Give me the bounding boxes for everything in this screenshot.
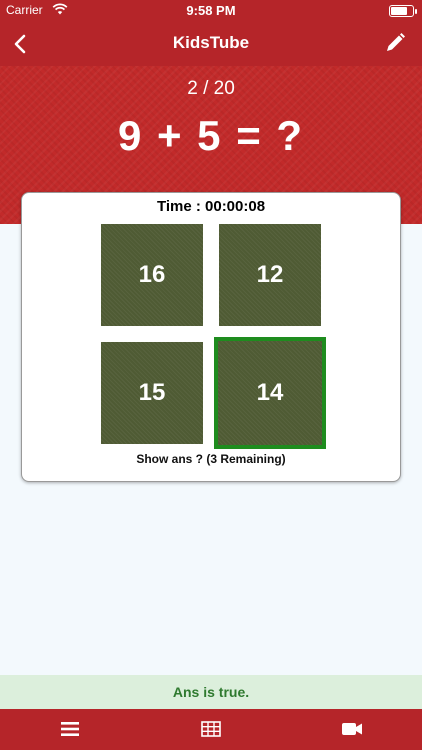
timer-label: Time : 00:00:08 [156, 198, 266, 215]
edit-button[interactable] [384, 32, 406, 54]
battery-icon [389, 5, 417, 17]
nav-bar: KidsTube [0, 22, 422, 66]
table-icon [201, 721, 221, 737]
pencil-icon [387, 33, 405, 51]
battery-level [391, 7, 407, 15]
back-button[interactable] [6, 30, 34, 58]
chevron-left-icon [14, 34, 26, 54]
answer-option-2[interactable]: 12 [219, 224, 321, 326]
tab-bar [0, 709, 422, 750]
answer-card: Time : 00:00:08 16 12 15 14 Show ans ? (… [21, 192, 401, 482]
status-bar: Carrier 9:58 PM [0, 0, 422, 22]
clock: 9:58 PM [186, 3, 236, 18]
answer-option-4-selected[interactable]: 14 [214, 337, 326, 449]
video-camera-icon [342, 723, 362, 735]
page-title: KidsTube [172, 33, 250, 52]
answer-option-3[interactable]: 15 [101, 342, 203, 444]
question-progress: 2 / 20 [187, 78, 235, 99]
result-message: Ans is true. [0, 675, 422, 709]
menu-icon [61, 722, 79, 736]
question-text: 9 + 5 = ? [117, 112, 305, 159]
tab-menu[interactable] [58, 718, 82, 740]
tab-video[interactable] [340, 718, 364, 740]
answer-option-1[interactable]: 16 [101, 224, 203, 326]
tab-table[interactable] [199, 718, 223, 740]
show-answer-link[interactable]: Show ans ? (3 Remaining) [22, 452, 400, 466]
